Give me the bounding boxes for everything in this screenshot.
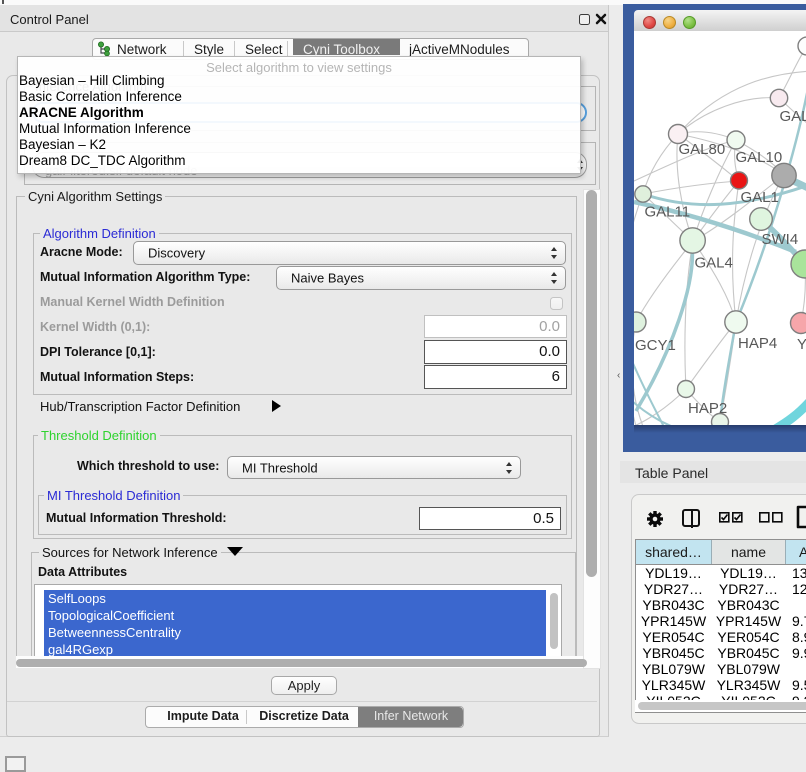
svg-text:GAL4: GAL4 — [695, 255, 733, 272]
svg-text:GAL7: GAL7 — [780, 108, 806, 125]
svg-text:GAL1: GAL1 — [741, 189, 779, 206]
svg-text:GAL10: GAL10 — [736, 149, 783, 166]
svg-text:SWI4: SWI4 — [762, 231, 799, 248]
svg-text:HAP4: HAP4 — [738, 335, 777, 352]
svg-text:Y: Y — [797, 336, 806, 353]
svg-text:GCY1: GCY1 — [635, 337, 676, 354]
svg-text:GAL80: GAL80 — [679, 141, 726, 158]
svg-text:HAP2: HAP2 — [688, 400, 727, 417]
svg-text:GAL11: GAL11 — [645, 204, 691, 221]
